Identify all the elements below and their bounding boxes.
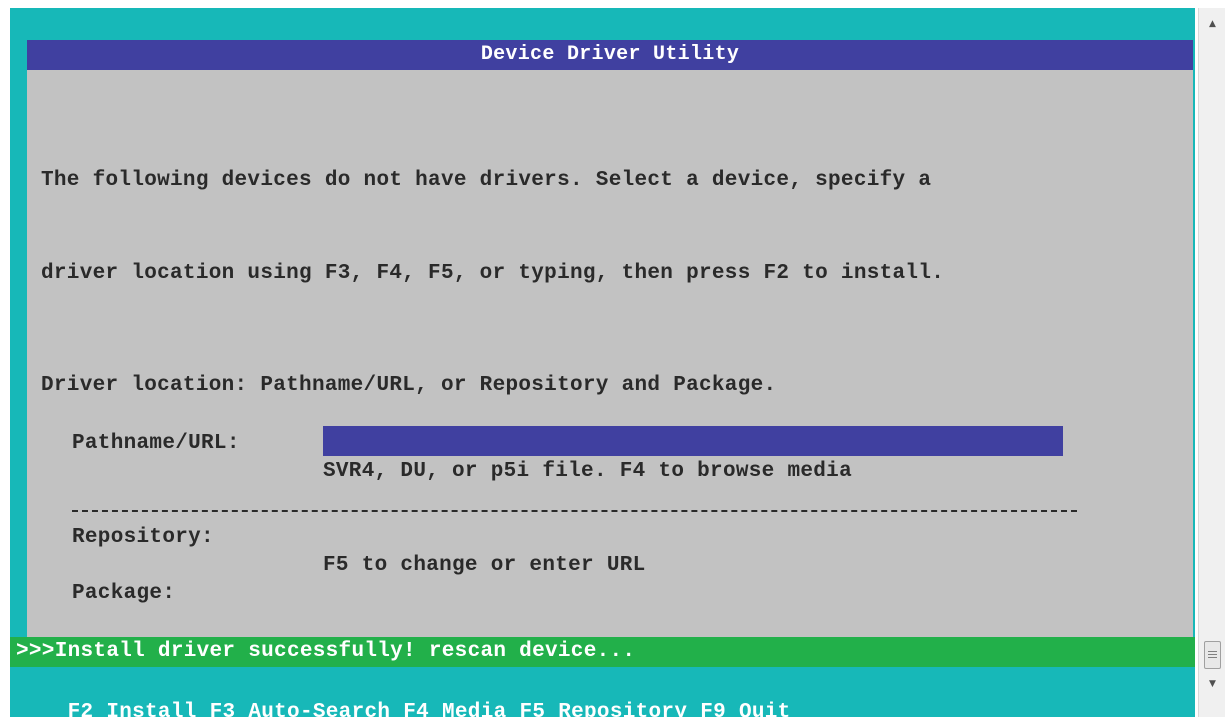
- f2-install-key[interactable]: F2 Install: [68, 701, 197, 717]
- scroll-up-arrow-icon[interactable]: ▲: [1199, 13, 1225, 35]
- f4-media-key[interactable]: F4 Media: [403, 701, 506, 717]
- f9-quit-key[interactable]: F9 Quit: [700, 701, 790, 717]
- pathname-hint: SVR4, DU, or p5i file. F4 to browse medi…: [323, 460, 852, 483]
- vertical-scrollbar[interactable]: ▲ ▼: [1198, 8, 1225, 717]
- repository-hint: F5 to change or enter URL: [323, 554, 646, 577]
- function-key-bar: F2 Install F3 Auto-Search F4 Media F5 Repos…: [10, 668, 1195, 717]
- grip-line: [1208, 651, 1217, 652]
- scroll-down-arrow-icon[interactable]: ▼: [1199, 673, 1225, 695]
- intro-line-2: driver location using F3, F4, F5, or typ…: [41, 262, 945, 285]
- grip-line: [1208, 654, 1217, 655]
- f5-repository-key[interactable]: F5 Repository: [520, 701, 688, 717]
- grip-line: [1208, 657, 1217, 658]
- repository-label: Repository:: [72, 526, 214, 549]
- intro-text: The following devices do not have driver…: [41, 103, 944, 351]
- driver-location-label: Driver location: Pathname/URL, or Reposi…: [41, 374, 777, 397]
- window-title: Device Driver Utility: [27, 40, 1193, 70]
- terminal-screen: Device Driver Utility The following devi…: [10, 8, 1195, 717]
- pathname-label: Pathname/URL:: [72, 432, 240, 455]
- section-divider: [72, 510, 1077, 512]
- scroll-thumb[interactable]: [1204, 641, 1221, 669]
- intro-line-1: The following devices do not have driver…: [41, 169, 932, 192]
- status-bar: >>>Install driver successfully! rescan d…: [10, 637, 1195, 667]
- f3-auto-search-key[interactable]: F3 Auto-Search: [210, 701, 391, 717]
- package-label: Package:: [72, 582, 176, 605]
- pathname-input[interactable]: [323, 426, 1063, 456]
- device-driver-panel: Device Driver Utility The following devi…: [27, 40, 1193, 645]
